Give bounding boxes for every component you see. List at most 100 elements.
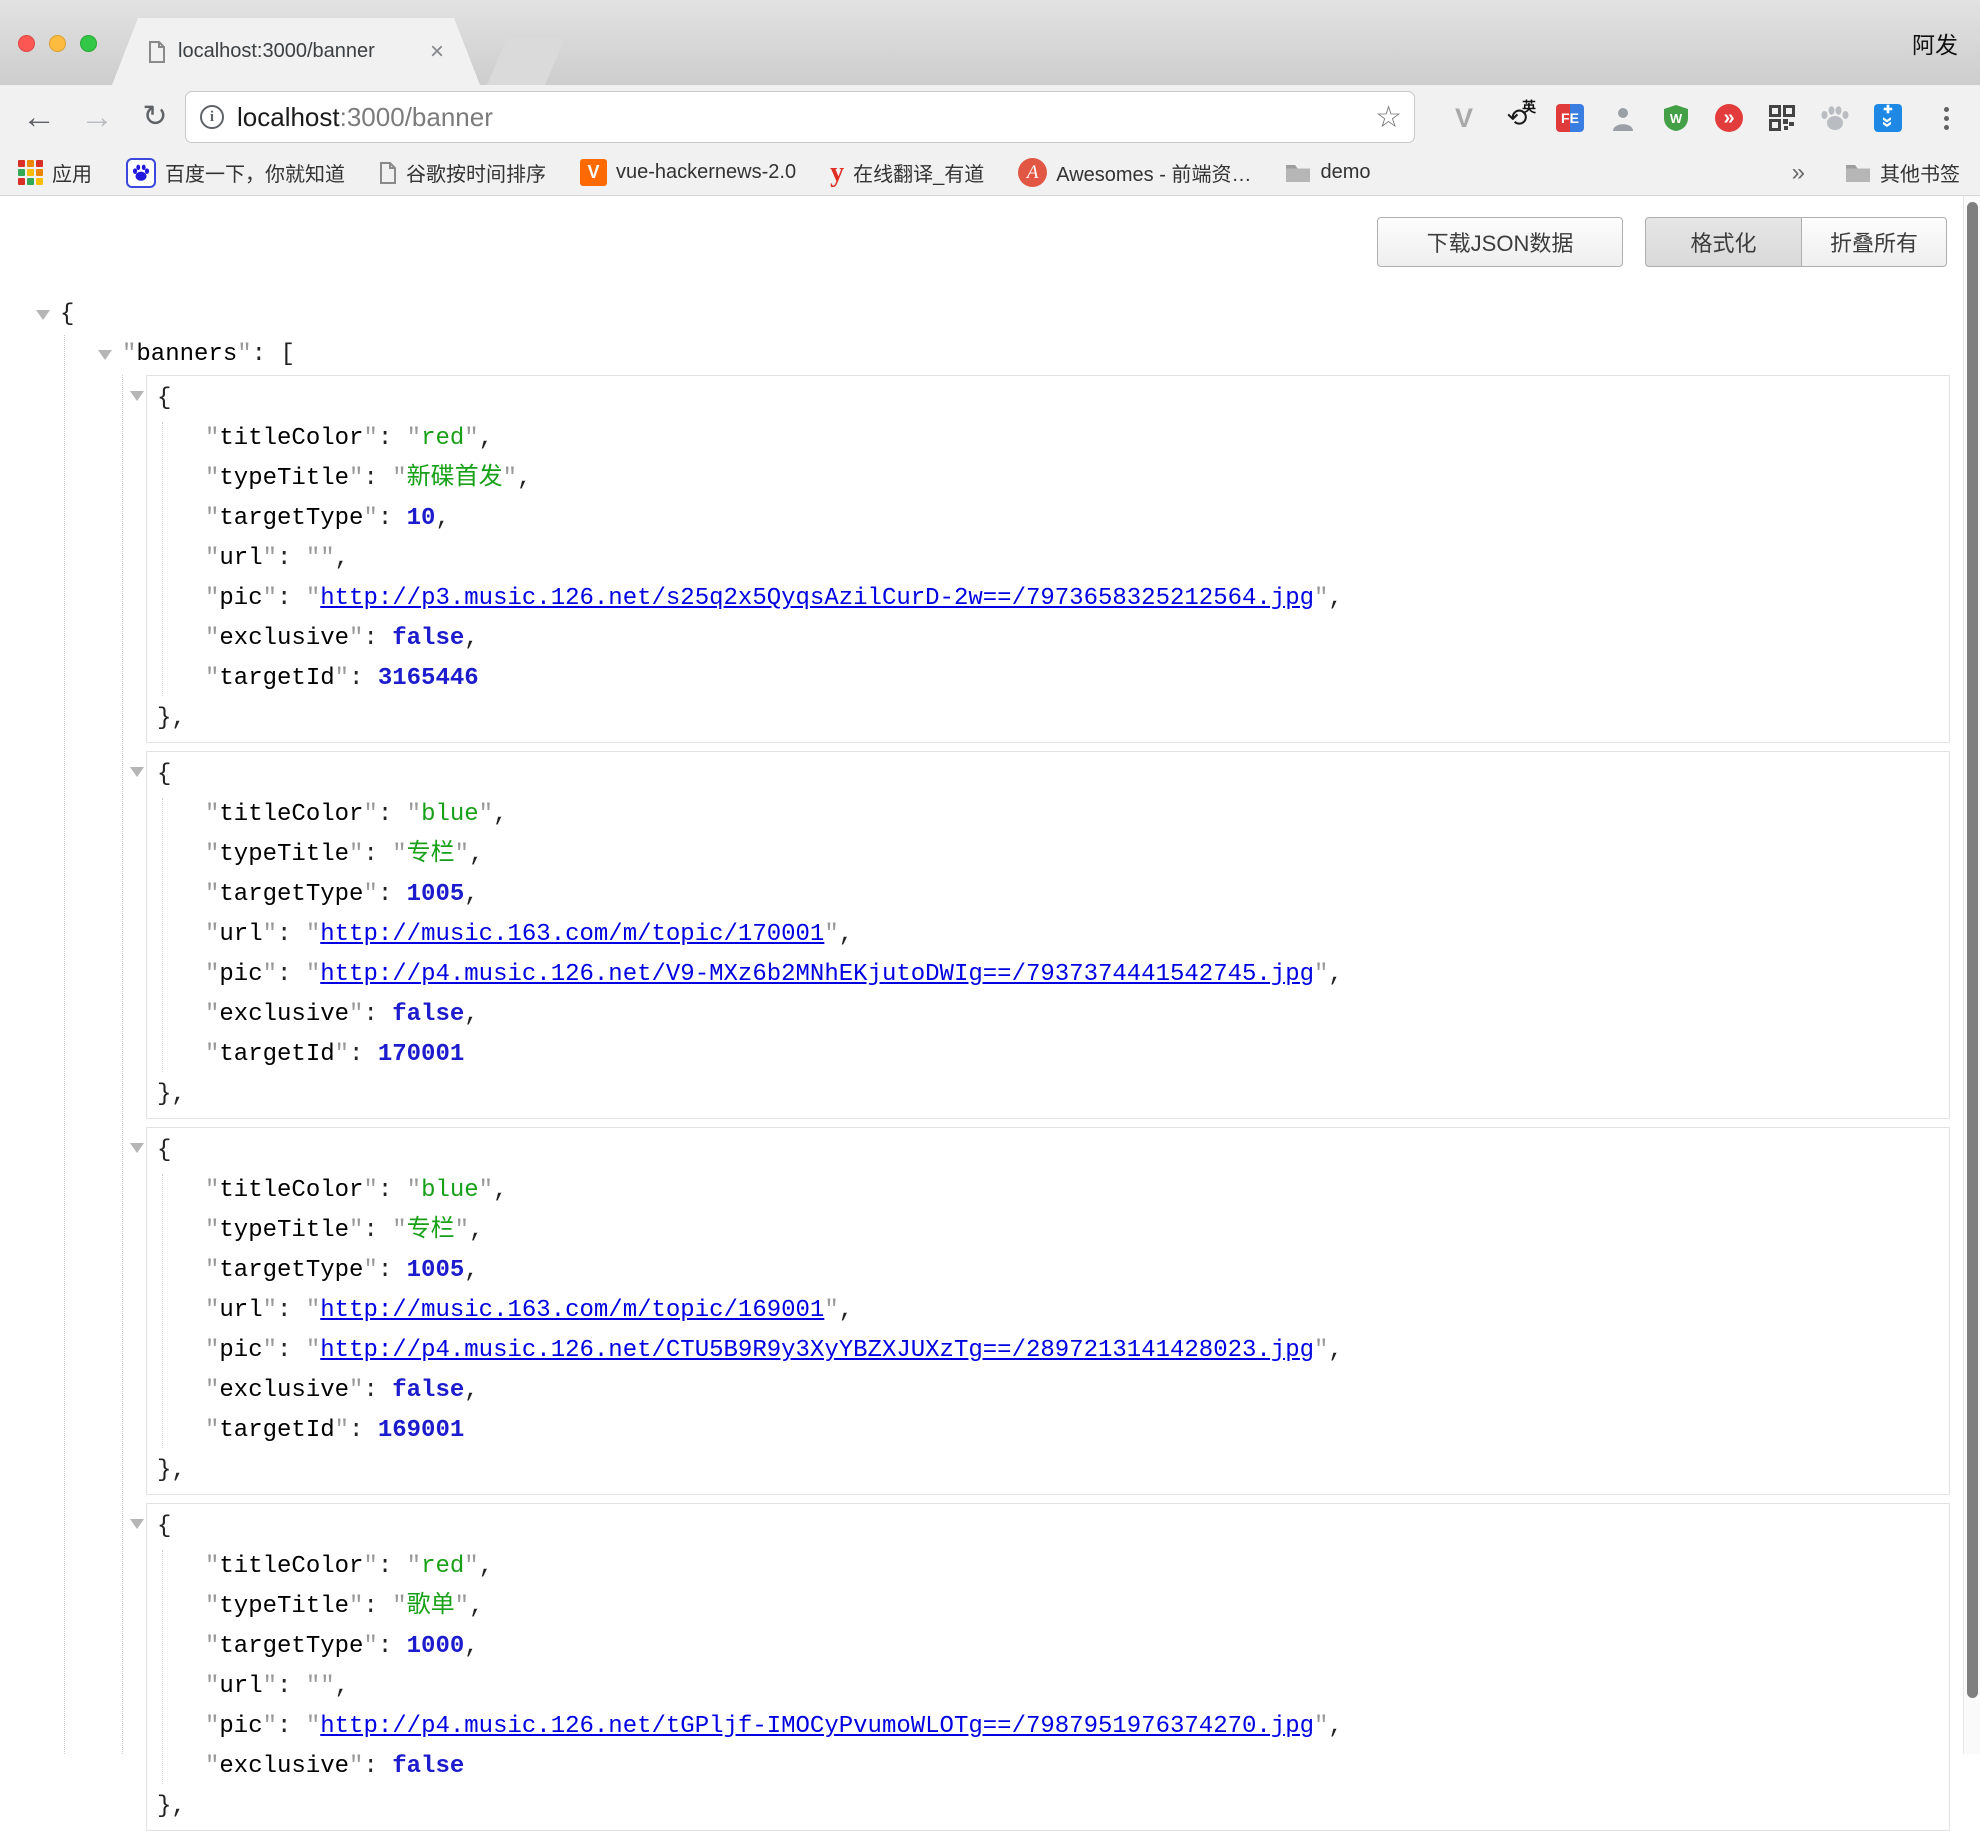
browser-tab[interactable]: localhost:3000/banner ×: [112, 18, 480, 85]
bookmarks-list: 应用 百度一下，你就知道 谷歌按时间排序 Vvue-hackernews-2.0 y 在线…: [18, 158, 1404, 188]
new-tab-button[interactable]: [487, 38, 565, 85]
banner-object-box: {"titleColor": "red","typeTitle": "歌单","…: [146, 1503, 1950, 1831]
banner-object-box: {"titleColor": "blue","typeTitle": "专栏",…: [146, 1127, 1950, 1495]
json-url-link[interactable]: http://p4.music.126.net/V9-MXz6b2MNhEKju…: [320, 961, 1314, 988]
window-zoom-button[interactable]: [80, 35, 97, 52]
svg-text:W: W: [1670, 111, 1683, 126]
json-url-link[interactable]: http://music.163.com/m/topic/169001: [320, 1297, 824, 1324]
back-button[interactable]: ←: [16, 94, 62, 140]
json-line: "exclusive": false,: [147, 619, 1949, 659]
page-content: 下载JSON数据 格式化 折叠所有 {"banners": [{"titleCo…: [0, 196, 1980, 1754]
json-line: {: [147, 379, 1949, 419]
document-icon: [379, 162, 397, 184]
folder-icon: [1285, 162, 1311, 183]
bookmark-item[interactable]: Vvue-hackernews-2.0: [580, 159, 796, 186]
vue-devtools-extension-icon[interactable]: V: [1446, 100, 1482, 136]
json-line: "titleColor": "blue",: [147, 1171, 1949, 1211]
json-line: "url": "http://music.163.com/m/topic/170…: [147, 915, 1949, 955]
awesomes-a-icon: A: [1018, 158, 1047, 187]
bookmarks-overflow-chevron[interactable]: »: [1792, 159, 1805, 187]
scrollbar-thumb[interactable]: [1967, 202, 1978, 1698]
youdao-y-icon: y: [830, 159, 844, 187]
bookmarks-bar: 应用 百度一下，你就知道 谷歌按时间排序 Vvue-hackernews-2.0 y 在线…: [0, 150, 1980, 196]
format-button[interactable]: 格式化: [1645, 217, 1802, 267]
collapse-toggle-icon[interactable]: [36, 310, 50, 320]
window-titlebar: localhost:3000/banner × 阿发: [0, 0, 1980, 85]
json-line: "pic": "http://p3.music.126.net/s25q2x5Q…: [147, 579, 1949, 619]
json-line: },: [147, 699, 1949, 739]
bookmark-label: demo: [1320, 161, 1370, 184]
tab-close-icon[interactable]: ×: [430, 40, 444, 64]
bookmark-item[interactable]: A Awesomes - 前端资…: [1018, 158, 1251, 187]
json-line: "titleColor": "red",: [147, 419, 1949, 459]
json-line: "exclusive": false,: [147, 1371, 1949, 1411]
scrollbar-track[interactable]: [1963, 196, 1980, 1754]
json-url-link[interactable]: http://music.163.com/m/topic/170001: [320, 921, 824, 948]
translator-extension-icon[interactable]: ⟲ 英: [1499, 100, 1535, 136]
json-line: "url": "",: [147, 539, 1949, 579]
indent-guide: [64, 335, 65, 1754]
other-bookmarks-folder[interactable]: 其他书签: [1845, 158, 1960, 187]
browser-menu-icon[interactable]: [1928, 100, 1964, 136]
reload-button[interactable]: ↻: [132, 94, 178, 140]
bookmark-item[interactable]: 谷歌按时间排序: [379, 158, 546, 187]
address-bar[interactable]: i localhost:3000/banner ☆: [185, 91, 1415, 143]
json-line: {: [147, 1507, 1949, 1547]
json-line: "exclusive": false: [147, 1747, 1949, 1787]
shield-extension-icon[interactable]: W: [1658, 100, 1694, 136]
json-line: "targetType": 1005,: [147, 1251, 1949, 1291]
vue-v-icon: V: [580, 159, 607, 186]
json-line: "targetId": 169001: [147, 1411, 1949, 1451]
json-line: "targetType": 1005,: [147, 875, 1949, 915]
window-close-button[interactable]: [18, 35, 35, 52]
paw-extension-icon[interactable]: [1817, 100, 1853, 136]
bookmark-label: 在线翻译_有道: [853, 158, 984, 187]
site-info-icon[interactable]: i: [200, 105, 224, 129]
qr-code-extension-icon[interactable]: [1764, 100, 1800, 136]
collapse-all-button[interactable]: 折叠所有: [1802, 217, 1947, 267]
bookmark-label: Awesomes - 前端资…: [1056, 158, 1251, 187]
bookmark-star-icon[interactable]: ☆: [1375, 100, 1402, 135]
json-line: {: [0, 295, 1980, 335]
fe-helper-extension-icon[interactable]: FE: [1552, 100, 1588, 136]
tab-title: localhost:3000/banner: [178, 40, 430, 63]
profile-name[interactable]: 阿发: [1912, 26, 1958, 60]
collapse-toggle-icon[interactable]: [130, 391, 144, 401]
download-extension-icon[interactable]: ✚»: [1870, 100, 1906, 136]
collapse-toggle-icon[interactable]: [130, 767, 144, 777]
json-line: "typeTitle": "专栏",: [147, 1211, 1949, 1251]
view-mode-button-group: 格式化 折叠所有: [1645, 217, 1947, 267]
json-line: "url": "",: [147, 1667, 1949, 1707]
window-minimize-button[interactable]: [49, 35, 66, 52]
page-favicon-icon: [148, 41, 166, 63]
json-line: "typeTitle": "专栏",: [147, 835, 1949, 875]
bookmark-item[interactable]: demo: [1285, 161, 1370, 184]
json-line: },: [147, 1451, 1949, 1491]
json-url-link[interactable]: http://p4.music.126.net/CTU5B9R9y3XyYBZX…: [320, 1337, 1314, 1364]
indent-guide: [122, 375, 123, 1754]
bookmark-item[interactable]: 百度一下，你就知道: [126, 158, 345, 188]
apps-grid-icon: [18, 160, 43, 185]
fast-forward-extension-icon[interactable]: »: [1711, 100, 1747, 136]
collapse-toggle-icon[interactable]: [98, 350, 112, 360]
folder-icon: [1845, 162, 1871, 183]
forward-button[interactable]: →: [74, 94, 120, 140]
collapse-toggle-icon[interactable]: [130, 1519, 144, 1529]
bookmark-item[interactable]: y 在线翻译_有道: [830, 158, 984, 187]
banner-object-box: {"titleColor": "blue","typeTitle": "专栏",…: [146, 751, 1950, 1119]
bookmark-item[interactable]: 应用: [18, 158, 92, 187]
json-line: "targetType": 10,: [147, 499, 1949, 539]
json-line: "exclusive": false,: [147, 995, 1949, 1035]
person-extension-icon[interactable]: [1605, 100, 1641, 136]
json-url-link[interactable]: http://p4.music.126.net/tGPljf-IMOCyPvum…: [320, 1713, 1314, 1740]
bookmark-label: 谷歌按时间排序: [406, 158, 546, 187]
json-line: "titleColor": "blue",: [147, 795, 1949, 835]
bookmark-label: 百度一下，你就知道: [165, 158, 345, 187]
download-json-button[interactable]: 下载JSON数据: [1377, 217, 1623, 267]
banner-object-box: {"titleColor": "red","typeTitle": "新碟首发"…: [146, 375, 1950, 743]
collapse-toggle-icon[interactable]: [130, 1143, 144, 1153]
json-url-link[interactable]: http://p3.music.126.net/s25q2x5QyqsAzilC…: [320, 585, 1314, 612]
address-url: localhost:3000/banner: [237, 102, 493, 133]
json-line: "pic": "http://p4.music.126.net/V9-MXz6b…: [147, 955, 1949, 995]
english-char-icon: 英: [1522, 97, 1536, 117]
